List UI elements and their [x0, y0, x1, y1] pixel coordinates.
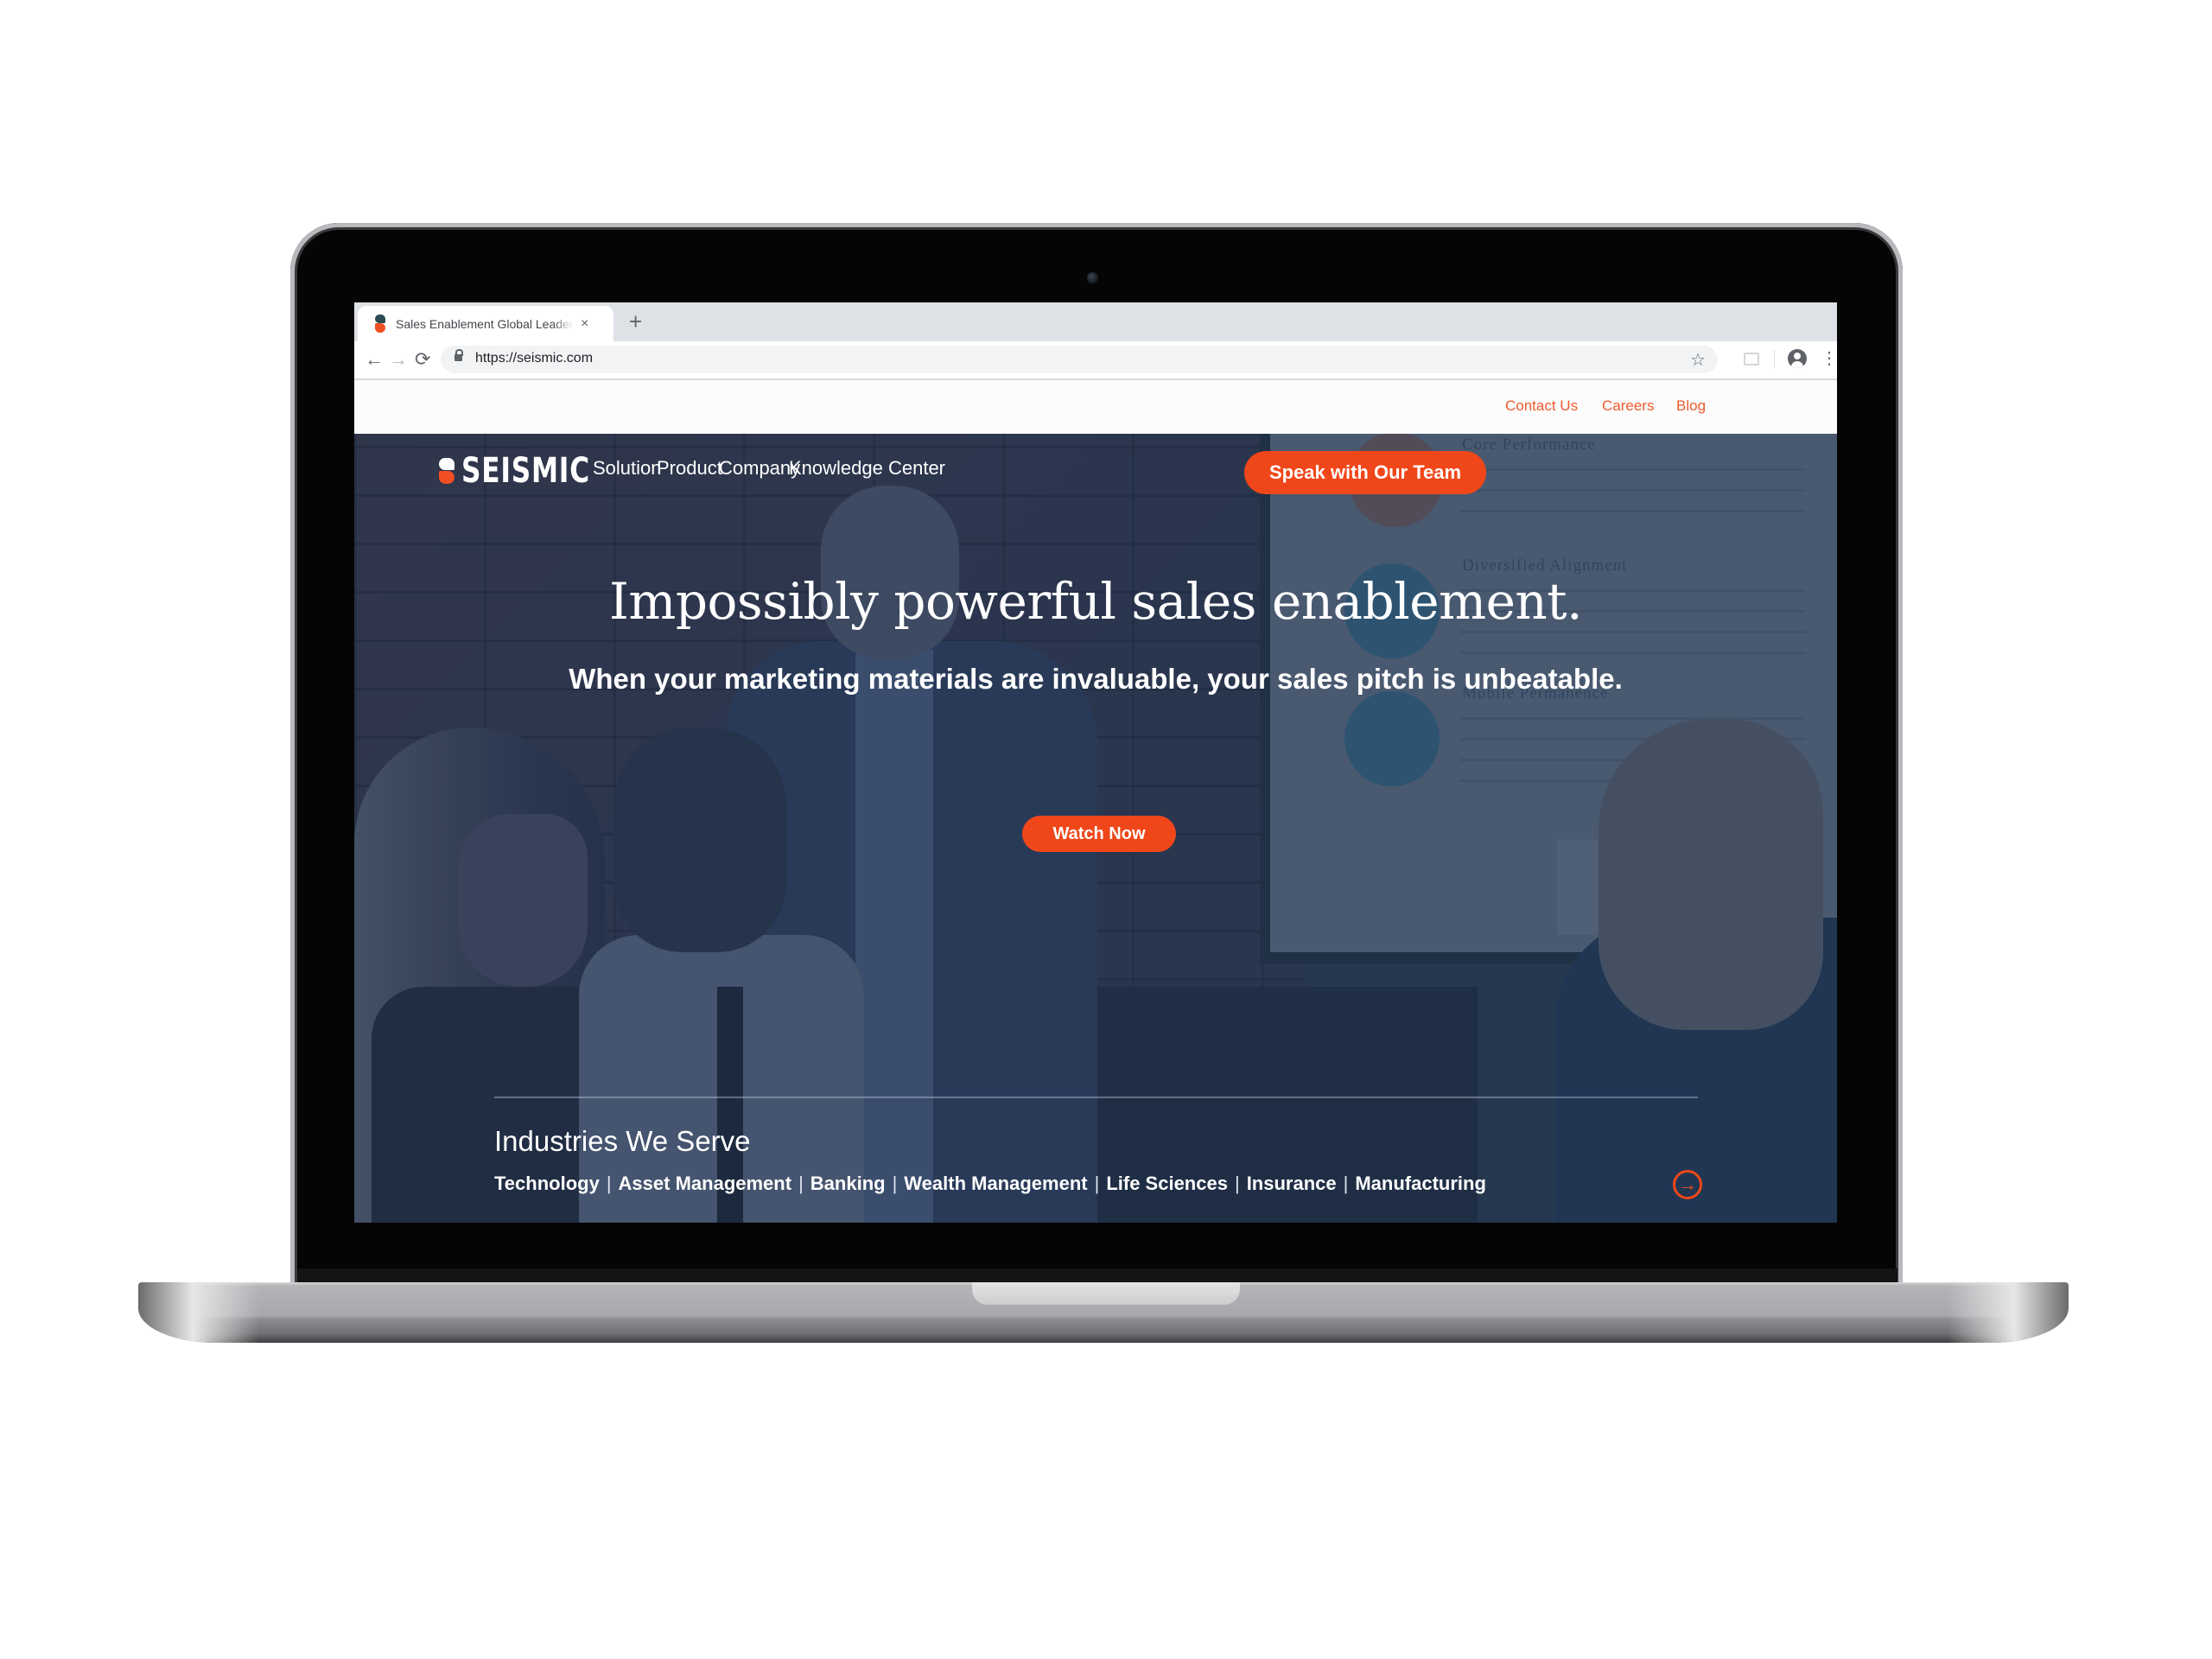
industry-link-technology[interactable]: Technology [494, 1173, 600, 1195]
watch-now-button[interactable]: Watch Now [1022, 816, 1176, 852]
browser-tab-strip: Sales Enablement Global Leader × + [354, 302, 1837, 341]
logo-text: SEISMIC [461, 451, 590, 491]
industry-link-manufacturing[interactable]: Manufacturing [1355, 1173, 1486, 1195]
separator: | [606, 1173, 612, 1194]
speak-with-team-button[interactable]: Speak with Our Team [1244, 451, 1486, 494]
industry-link-asset-management[interactable]: Asset Management [619, 1173, 792, 1195]
section-divider [494, 1096, 1698, 1098]
utility-nav: Contact Us Careers Blog [354, 380, 1837, 434]
blog-link[interactable]: Blog [1676, 397, 1706, 415]
separator: | [798, 1173, 804, 1194]
separator: | [1234, 1173, 1240, 1194]
seismic-favicon-icon [373, 314, 387, 334]
address-bar[interactable]: https://seismic.com ☆ [441, 346, 1718, 373]
url-text[interactable]: https://seismic.com [475, 351, 593, 366]
industries-title: Industries We Serve [494, 1125, 751, 1157]
hero-headline: Impossibly powerful sales enablement. [608, 572, 1583, 631]
new-tab-button[interactable]: + [629, 309, 642, 334]
cast-icon[interactable] [1744, 353, 1759, 365]
profile-avatar-icon[interactable] [1788, 349, 1807, 368]
laptop-lid-notch [972, 1282, 1240, 1305]
browser-toolbar: ← → ⟳ https://seismic.com ☆ ⋮ [354, 341, 1837, 380]
laptop-screen: Sales Enablement Global Leader × + ← → ⟳… [354, 302, 1837, 1223]
hero-subheadline: When your marketing materials are invalu… [569, 663, 1623, 695]
arrow-right-circle-icon[interactable]: → [1673, 1170, 1702, 1199]
industry-link-wealth-management[interactable]: Wealth Management [904, 1173, 1087, 1195]
seismic-logo-icon [439, 458, 454, 484]
industry-link-insurance[interactable]: Insurance [1247, 1173, 1337, 1195]
toolbar-divider [1774, 350, 1775, 369]
reload-icon[interactable]: ⟳ [415, 346, 430, 372]
separator: | [892, 1173, 898, 1194]
nav-product[interactable]: Product [657, 457, 722, 480]
browser-tab[interactable]: Sales Enablement Global Leader × [358, 306, 613, 341]
forward-arrow-icon[interactable]: → [389, 346, 408, 372]
industry-link-life-sciences[interactable]: Life Sciences [1106, 1173, 1228, 1195]
webcam [1087, 272, 1098, 283]
careers-link[interactable]: Careers [1602, 397, 1654, 415]
contact-us-link[interactable]: Contact Us [1505, 397, 1578, 415]
tab-title: Sales Enablement Global Leader [396, 316, 574, 331]
separator: | [1343, 1173, 1349, 1194]
browser-menu-icon[interactable]: ⋮ [1821, 346, 1837, 371]
lock-icon [454, 349, 463, 361]
close-tab-icon[interactable]: × [581, 316, 588, 332]
hero-section: Core Performance Diversified Alignment M… [354, 434, 1837, 1223]
industry-link-banking[interactable]: Banking [810, 1173, 886, 1195]
bookmark-star-icon[interactable]: ☆ [1690, 349, 1706, 371]
nav-knowledge-center[interactable]: Knowledge Center [789, 457, 945, 480]
separator: | [1094, 1173, 1100, 1194]
industries-list: Technology | Asset Management | Banking … [494, 1173, 1486, 1195]
nav-solution[interactable]: Solution [593, 457, 662, 480]
back-arrow-icon[interactable]: ← [365, 346, 384, 372]
